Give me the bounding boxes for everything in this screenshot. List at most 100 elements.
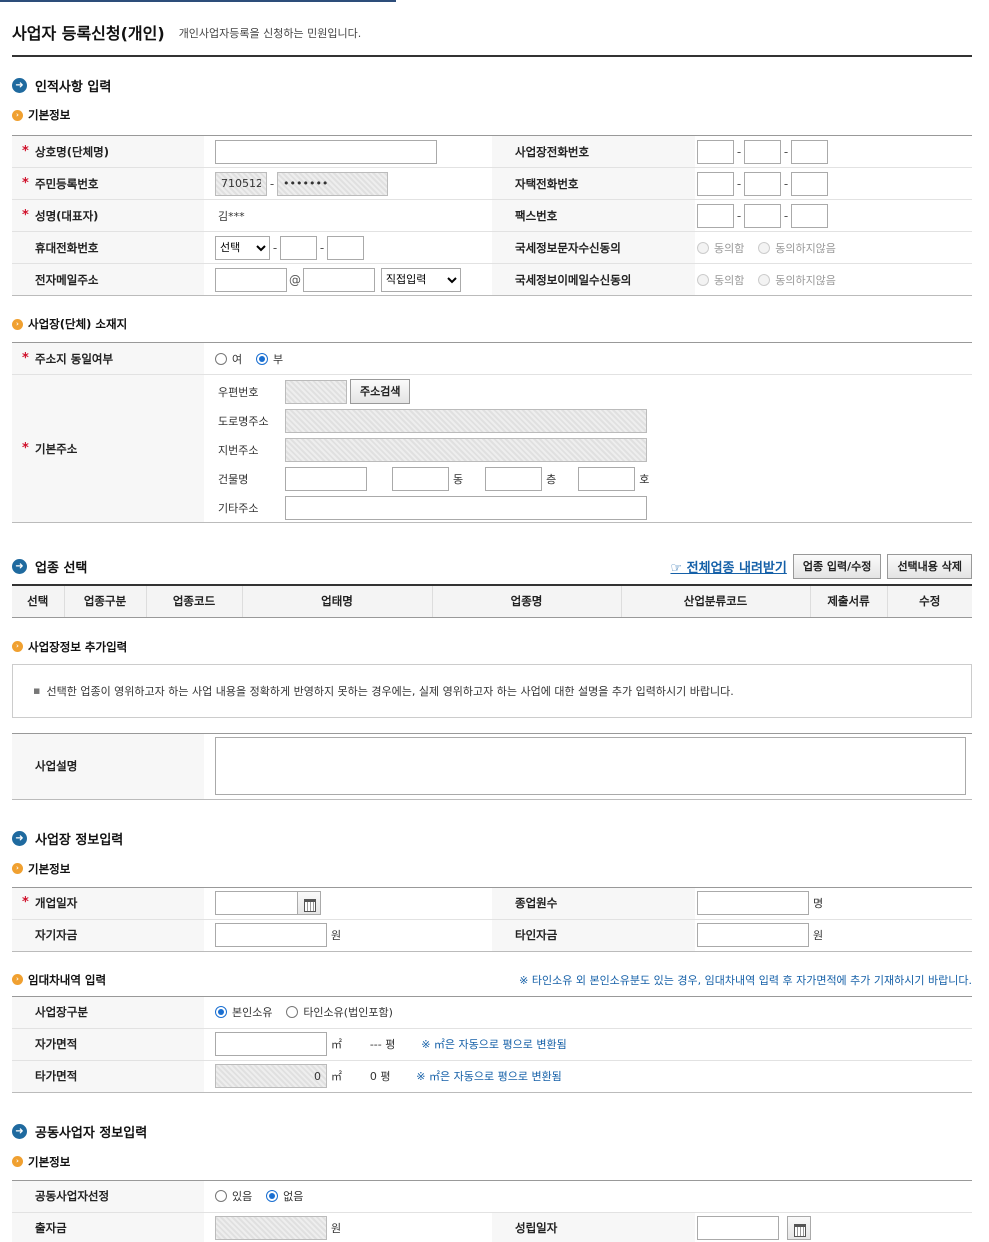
- address-search-button[interactable]: 주소검색: [350, 379, 411, 404]
- other-area-pyeong: 0 평: [369, 1070, 391, 1083]
- biz-phone-1[interactable]: [697, 139, 734, 164]
- biz-phone-3[interactable]: [791, 139, 828, 164]
- fax-1[interactable]: [697, 203, 734, 228]
- label-home-phone: 자택전화번호: [492, 167, 695, 200]
- label-resident-no: * 주민등록번호: [12, 167, 204, 200]
- info-notice-text: 선택한 업종이 영위하고자 하는 사업 내용을 정확하게 반영하지 못하는 경우…: [46, 684, 734, 698]
- building-name-input[interactable]: [285, 466, 367, 491]
- trade-name-input[interactable]: [215, 139, 437, 164]
- business-desc-textarea[interactable]: [215, 737, 966, 795]
- others-property-radio[interactable]: 타인소유(법인포함): [286, 1004, 393, 1020]
- chevron-circle-icon: ›: [12, 641, 23, 652]
- email-consent-agree: 동의함: [697, 272, 744, 288]
- label-biz-type: 사업장구분: [12, 996, 204, 1029]
- lot-address-input: [285, 437, 647, 462]
- email-id-input[interactable]: [215, 267, 287, 292]
- open-date-input[interactable]: [215, 891, 298, 915]
- label-biz-phone: 사업장전화번호: [492, 135, 695, 168]
- col-industry-name: 업종명: [432, 585, 622, 618]
- won-unit: 원: [331, 1222, 342, 1235]
- own-fund-input[interactable]: [215, 923, 327, 947]
- joint-yes-radio[interactable]: 있음: [215, 1188, 252, 1204]
- col-documents: 제출서류: [810, 585, 888, 618]
- calendar-icon[interactable]: [787, 1216, 811, 1240]
- employees-input[interactable]: [697, 891, 809, 915]
- chevron-circle-icon: ›: [12, 318, 23, 330]
- etc-address-label: 기타주소: [218, 501, 259, 515]
- col-business-type: 업태명: [242, 585, 433, 618]
- arrow-circle-icon: ➜: [12, 558, 27, 574]
- mobile-3[interactable]: [327, 235, 364, 260]
- section-joint-title: ➜ 공동사업자 정보입력: [12, 1122, 972, 1141]
- representative-name: 김***: [204, 199, 492, 232]
- address-table: * 주소지 동일여부 여 부 * 기본주소 우편번호 주소검색 도로명주소 지번주소: [12, 342, 972, 523]
- joint-no-radio[interactable]: 없음: [266, 1188, 303, 1204]
- info-notice-box: ▪ 선택한 업종이 영위하고자 하는 사업 내용을 정확하게 반영하지 못하는 …: [12, 663, 972, 718]
- biz-phone-2[interactable]: [744, 139, 781, 164]
- same-address-no[interactable]: 부: [255, 351, 283, 367]
- same-address-yes[interactable]: 여: [215, 351, 242, 367]
- sub-lease: › 임대차내역 입력: [12, 972, 106, 988]
- own-property-radio[interactable]: 본인소유: [215, 1004, 272, 1020]
- email-domain-select[interactable]: 직접입력: [380, 267, 461, 292]
- ho-input[interactable]: [578, 466, 636, 491]
- sms-consent-disagree: 동의하지않음: [758, 240, 836, 256]
- col-classification-code: 산업분류코드: [621, 585, 811, 618]
- mobile-2[interactable]: [280, 235, 317, 260]
- mobile-prefix-select[interactable]: 선택: [215, 235, 270, 260]
- business-info-table: * 개업일자 종업원수 명 자기자금 원 타인자금 원: [12, 886, 972, 952]
- fax-2[interactable]: [744, 203, 781, 228]
- delete-selection-button[interactable]: 선택내용 삭제: [887, 553, 972, 579]
- own-area-input[interactable]: [215, 1032, 327, 1056]
- sms-consent-agree: 동의함: [697, 240, 744, 256]
- home-phone-1[interactable]: [697, 171, 734, 196]
- industry-edit-button[interactable]: 업종 입력/수정: [792, 553, 882, 579]
- home-phone-2[interactable]: [744, 171, 781, 196]
- col-code: 업종코드: [146, 585, 243, 618]
- label-email-consent: 국세정보이메일수신동의: [492, 263, 695, 296]
- label-own-area: 자가면적: [12, 1028, 204, 1061]
- required-mark: *: [22, 440, 29, 456]
- arrow-circle-icon: ➜: [12, 830, 27, 846]
- convert-note: ※ ㎡은 자동으로 평으로 변환됨: [416, 1069, 562, 1083]
- etc-address-input[interactable]: [285, 495, 647, 520]
- sub-title-text: 기본정보: [28, 108, 71, 122]
- chevron-circle-icon: ›: [12, 109, 23, 121]
- chevron-circle-icon: ›: [12, 974, 23, 985]
- fax-3[interactable]: [791, 203, 828, 228]
- label-mobile: 휴대전화번호: [12, 231, 204, 264]
- calendar-icon[interactable]: [297, 891, 321, 915]
- label-fax: 팩스번호: [492, 199, 695, 232]
- label-open-date: * 개업일자: [12, 887, 204, 920]
- joint-table: 공동사업자선정 있음 없음 출자금 원 성립일자: [12, 1179, 972, 1242]
- arrow-circle-icon: ➜: [12, 1123, 27, 1139]
- other-area-input: [215, 1064, 327, 1088]
- employees-unit: 명: [813, 897, 824, 910]
- label-same-address: * 주소지 동일여부: [12, 342, 204, 375]
- est-date-input[interactable]: [697, 1216, 779, 1240]
- bullet-icon: ▪: [33, 684, 41, 697]
- label-other-area: 타가면적: [12, 1060, 204, 1093]
- postal-code-input: [285, 379, 347, 404]
- email-domain-input[interactable]: [303, 267, 375, 292]
- floor-input[interactable]: [485, 466, 543, 491]
- chevron-circle-icon: ›: [12, 1156, 23, 1167]
- industry-table: 선택 업종구분 업종코드 업태명 업종명 산업분류코드 제출서류 수정: [12, 584, 972, 618]
- sub-business-basic: › 기본정보: [12, 861, 972, 877]
- section-industry-title: ➜ 업종 선택: [12, 557, 87, 576]
- download-all-industries-link[interactable]: ☞ 전체업종 내려받기: [670, 557, 786, 576]
- label-other-fund: 타인자금: [492, 919, 695, 952]
- email-at-sign: @: [289, 272, 301, 287]
- required-mark: *: [22, 350, 29, 366]
- resident-no-back: [277, 171, 388, 196]
- lease-note: ※ 타인소유 외 본인소유분도 있는 경우, 임대차내역 입력 후 자가면적에 …: [519, 973, 972, 987]
- label-sms-consent: 국세정보문자수신동의: [492, 231, 695, 264]
- col-category: 업종구분: [64, 585, 147, 618]
- home-phone-3[interactable]: [791, 171, 828, 196]
- label-trade-name: * 상호명(단체명): [12, 135, 204, 168]
- label-investment: 출자금: [12, 1212, 204, 1242]
- other-fund-input[interactable]: [697, 923, 809, 947]
- chevron-circle-icon: ›: [12, 863, 23, 874]
- won-unit: 원: [331, 929, 342, 942]
- dong-input[interactable]: [392, 466, 449, 491]
